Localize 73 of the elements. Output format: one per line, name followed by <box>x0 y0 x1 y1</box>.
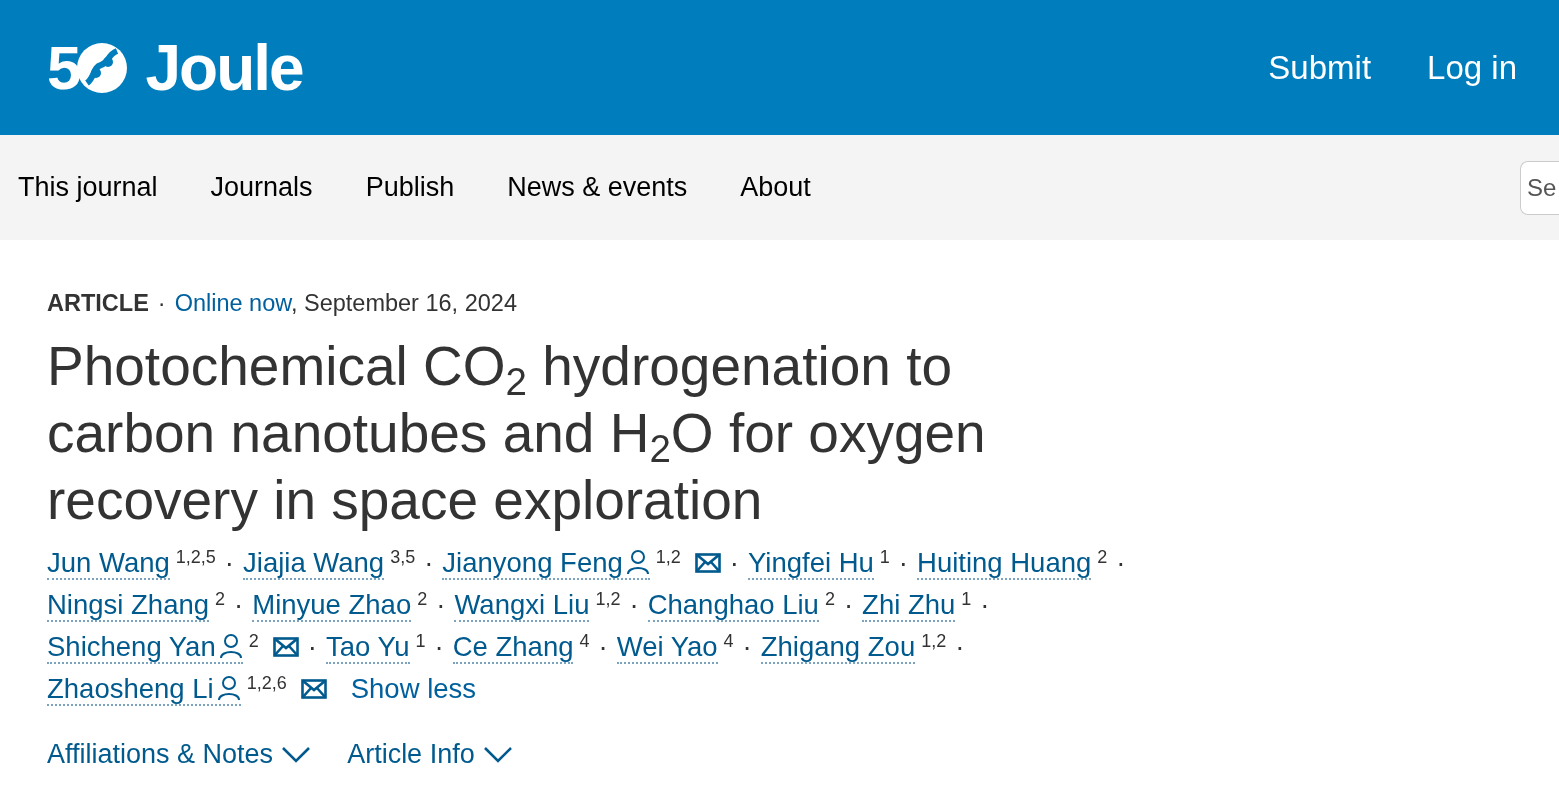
author-link[interactable]: Wangxi Liu <box>454 589 590 623</box>
affiliation-number: 3,5 <box>390 547 416 568</box>
header-link[interactable]: Submit <box>1268 42 1372 93</box>
affiliation-number: 1,2,6 <box>246 673 287 694</box>
section-toggle[interactable]: Affiliations & Notes <box>47 734 312 775</box>
nav-link[interactable]: News & events <box>507 167 688 208</box>
author-link[interactable]: Zhigang Zou <box>760 631 916 665</box>
affiliation-number: 2 <box>215 589 226 610</box>
logo-name: Joule <box>145 35 303 100</box>
chevron-icon <box>281 745 312 764</box>
separator-dot: · <box>436 589 446 621</box>
author-link[interactable]: Minyue Zhao <box>252 589 412 623</box>
separator-dot: · <box>843 589 854 621</box>
logo-number: 5 <box>47 36 78 99</box>
author-link[interactable]: Ningsi Zhang <box>47 589 210 623</box>
author-link[interactable]: Wei Yao <box>616 631 718 665</box>
separator-dot: · <box>729 547 739 579</box>
separator-dot: · <box>629 589 639 621</box>
header-link[interactable]: Log in <box>1427 42 1517 93</box>
section-toggle[interactable]: Article Info <box>347 734 513 775</box>
nav-link[interactable]: About <box>740 167 811 208</box>
article-type: ARTICLE <box>47 290 149 316</box>
separator-dot: · <box>157 290 166 316</box>
nav-link[interactable]: This journal <box>18 167 158 208</box>
affiliation-number: 2 <box>248 631 259 652</box>
separator-dot: · <box>434 631 444 663</box>
mail-icon[interactable] <box>272 637 299 658</box>
person-icon <box>216 675 241 702</box>
separator-dot: · <box>742 631 752 663</box>
affiliation-number: 1,2 <box>595 589 621 610</box>
search-field[interactable]: Se <box>1520 160 1559 215</box>
affiliation-number: 1,2 <box>655 547 681 568</box>
nav-link[interactable]: Publish <box>365 167 455 208</box>
chevron-icon <box>482 745 513 764</box>
author-link[interactable]: Jun Wang <box>47 547 170 581</box>
affiliation-number: 1 <box>961 589 972 610</box>
affiliation-number: 2 <box>417 589 428 610</box>
author-link[interactable]: Zhaosheng Li <box>47 673 241 707</box>
separator-dot: · <box>1116 547 1126 579</box>
logo-circle-icon <box>77 42 128 93</box>
author-link[interactable]: Tao Yu <box>325 631 410 665</box>
affiliation-number: 4 <box>723 631 734 652</box>
separator-dot: · <box>980 589 990 621</box>
separator-dot: · <box>424 547 434 579</box>
online-now-link[interactable]: Online now <box>174 290 291 316</box>
person-icon <box>218 633 243 660</box>
mail-icon[interactable] <box>300 679 327 700</box>
affiliation-number: 2 <box>1097 547 1108 568</box>
author-link[interactable]: Huiting Huang <box>917 547 1092 581</box>
separator-dot: · <box>598 631 608 663</box>
author-link[interactable]: Zhi Zhu <box>862 589 956 623</box>
affiliation-number: 1 <box>415 631 426 652</box>
affiliation-number: 1,2 <box>921 631 947 652</box>
separator-dot: · <box>955 631 965 663</box>
mail-icon[interactable] <box>694 553 721 574</box>
author-link[interactable]: Jianyong Feng <box>442 547 650 581</box>
affiliation-number: 4 <box>579 631 590 652</box>
author-link[interactable]: Changhao Liu <box>647 589 819 623</box>
nav-link[interactable]: Journals <box>210 167 313 208</box>
separator-dot: · <box>898 547 908 579</box>
separator-dot: · <box>224 547 234 579</box>
affiliation-number: 1,2,5 <box>175 547 216 568</box>
separator-dot: · <box>234 589 244 621</box>
separator-dot: · <box>307 631 317 663</box>
show-less-link[interactable]: Show less <box>350 673 477 705</box>
person-icon <box>625 549 650 576</box>
author-link[interactable]: Yingfei Hu <box>747 547 874 581</box>
affiliation-number: 2 <box>824 589 835 610</box>
article-title: Photochemical CO$_{2}$ hydrogenation to carbon nanotubes and H$_{2}$O for oxygen recovery in space exploration <box>47 334 987 534</box>
author-link[interactable]: Jiajia Wang <box>243 547 385 581</box>
author-link[interactable]: Ce Zhang <box>452 631 574 665</box>
affiliation-number: 1 <box>879 547 890 568</box>
author-link[interactable]: Shicheng Yan <box>47 631 243 665</box>
